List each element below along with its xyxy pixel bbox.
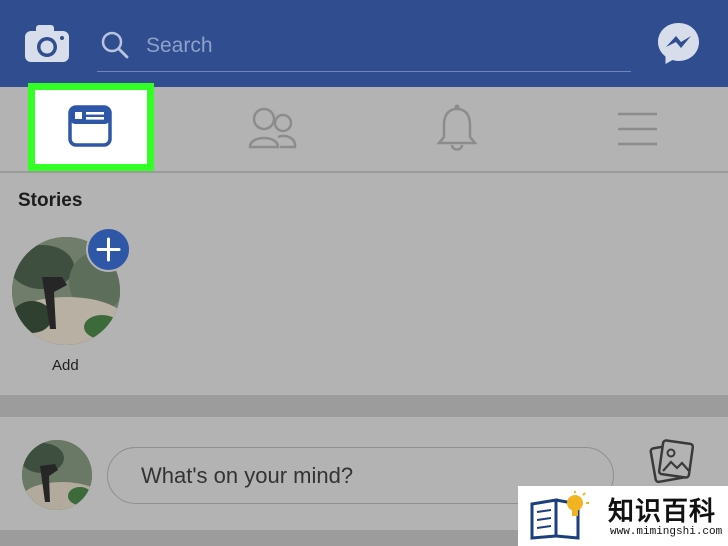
search-bar[interactable]: Search (97, 26, 631, 72)
watermark-url: www.mimingshi.com (610, 526, 723, 538)
news-feed-icon (68, 105, 112, 147)
add-story-label: Add (52, 357, 79, 374)
bell-icon (436, 104, 478, 151)
friends-icon (248, 107, 297, 149)
watermark: 知识百科 www.mimingshi.com (518, 486, 728, 546)
plus-icon (96, 237, 121, 262)
top-bar: Search (0, 0, 728, 87)
tab-news-feed[interactable] (28, 83, 154, 171)
search-input[interactable]: Search (146, 34, 213, 58)
add-story-button[interactable] (86, 227, 131, 272)
tab-menu[interactable] (606, 87, 668, 173)
status-prompt: What's on your mind? (141, 463, 354, 488)
stories-title: Stories (18, 190, 83, 211)
menu-icon (618, 112, 657, 146)
avatar[interactable] (22, 440, 92, 510)
watermark-title: 知识百科 (608, 496, 717, 526)
tab-bar (0, 83, 728, 173)
tab-notifications[interactable] (420, 87, 494, 173)
stories-section: Stories Add (0, 175, 728, 395)
messenger-icon[interactable] (656, 21, 701, 66)
camera-icon[interactable] (22, 22, 72, 66)
search-icon (100, 30, 130, 60)
book-bulb-logo (528, 490, 594, 540)
section-divider (0, 395, 728, 417)
tab-friends[interactable] (236, 87, 310, 173)
photo-icon[interactable] (649, 437, 697, 485)
